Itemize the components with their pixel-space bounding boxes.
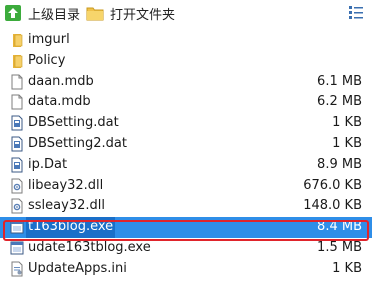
file-name: udate163tblog.exe: [28, 239, 151, 255]
list-view-icon: [349, 6, 363, 19]
file-row[interactable]: ip.Dat 8.9 MB: [0, 155, 372, 176]
ini-icon: [10, 261, 24, 277]
file-name: ip.Dat: [28, 156, 68, 172]
exe-icon: [10, 219, 24, 235]
file-size: 1 KB: [332, 260, 362, 276]
file-size: 8.9 MB: [317, 156, 362, 172]
exe-icon: [10, 240, 24, 256]
up-arrow-icon: [5, 5, 21, 21]
up-directory-button[interactable]: 上级目录: [4, 2, 80, 24]
file-row[interactable]: imgurl: [0, 30, 372, 51]
up-directory-label: 上级目录: [28, 7, 81, 23]
file-row[interactable]: ssleay32.dll 148.0 KB: [0, 196, 372, 217]
file-name: DBSetting2.dat: [28, 135, 127, 151]
file-name: ssleay32.dll: [28, 198, 105, 214]
data-file-icon: [10, 157, 24, 173]
view-mode-button[interactable]: [348, 4, 364, 20]
file-row-selected[interactable]: t163blog.exe 8.4 MB: [0, 217, 372, 238]
file-size: 1 KB: [332, 115, 362, 131]
dll-icon: [10, 198, 24, 214]
file-size: 676.0 KB: [303, 177, 362, 193]
file-row[interactable]: data.mdb 6.2 MB: [0, 92, 372, 113]
file-size: 1 KB: [332, 135, 362, 151]
file-name: libeay32.dll: [28, 177, 104, 193]
file-size: 148.0 KB: [303, 198, 362, 214]
file-icon: [10, 94, 24, 110]
file-name: daan.mdb: [28, 73, 94, 89]
file-size: 1.5 MB: [317, 239, 362, 255]
file-name: UpdateApps.ini: [28, 260, 127, 276]
file-list: imgurl Policy daan.mdb 6.1 MB data.mdb 6.2 MB…: [0, 30, 372, 280]
file-row[interactable]: Policy: [0, 51, 372, 72]
toolbar: 上级目录 打开文件夹: [0, 0, 372, 26]
file-name: imgurl: [28, 32, 70, 47]
file-row[interactable]: udate163tblog.exe 1.5 MB: [0, 238, 372, 259]
folder-icon: [10, 32, 24, 48]
data-file-icon: [10, 136, 24, 152]
folder-icon: [10, 53, 24, 69]
file-icon: [10, 74, 24, 90]
file-row[interactable]: daan.mdb 6.1 MB: [0, 72, 372, 93]
file-name: Policy: [28, 52, 66, 68]
open-folder-button[interactable]: 打开文件夹: [86, 2, 175, 24]
dll-icon: [10, 178, 24, 194]
file-row[interactable]: UpdateApps.ini 1 KB: [0, 259, 372, 280]
open-folder-label: 打开文件夹: [110, 7, 176, 23]
file-row[interactable]: DBSetting.dat 1 KB: [0, 113, 372, 134]
file-row[interactable]: DBSetting2.dat 1 KB: [0, 134, 372, 155]
file-row[interactable]: libeay32.dll 676.0 KB: [0, 176, 372, 197]
file-name: data.mdb: [28, 94, 91, 110]
data-file-icon: [10, 115, 24, 131]
folder-icon: [86, 7, 104, 21]
file-size: 6.2 MB: [317, 94, 362, 110]
file-name: t163blog.exe: [26, 217, 116, 238]
file-name: DBSetting.dat: [28, 115, 119, 131]
file-size: 8.4 MB: [317, 219, 362, 235]
file-size: 6.1 MB: [317, 73, 362, 89]
